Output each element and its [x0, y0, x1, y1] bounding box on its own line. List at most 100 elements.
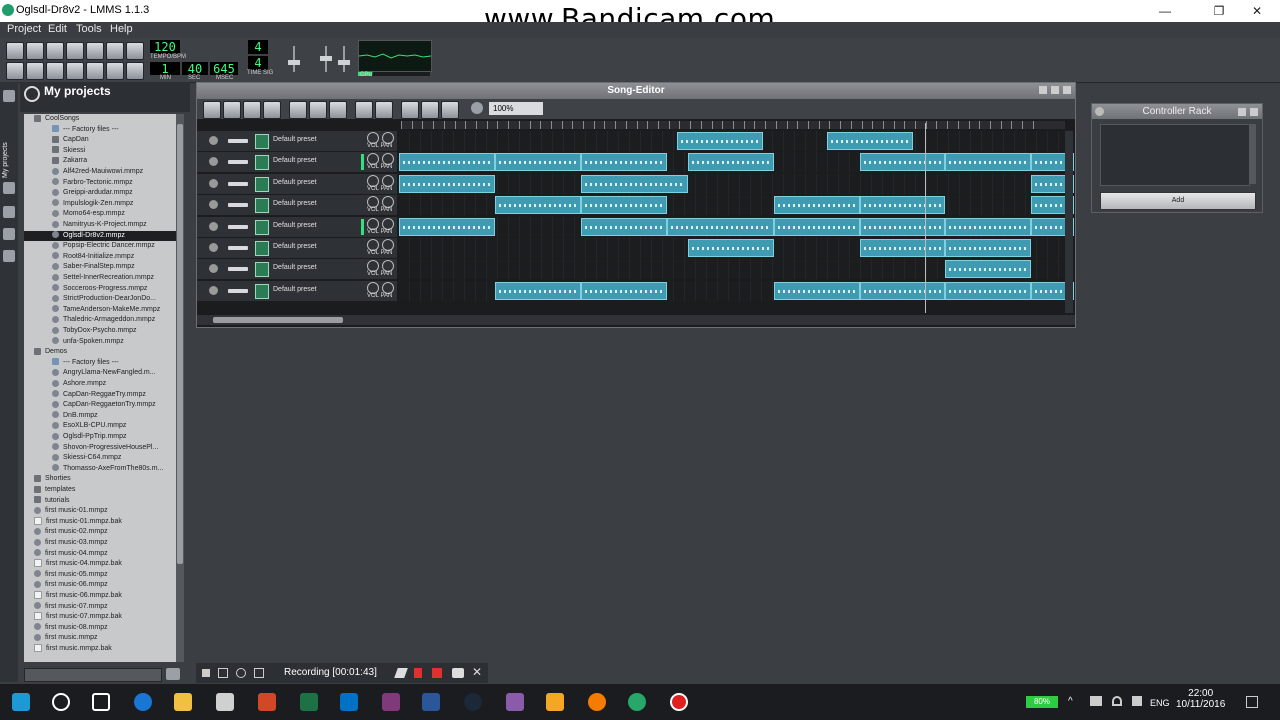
track-settings-gear-icon[interactable]	[209, 264, 218, 274]
stop-icon[interactable]	[263, 101, 281, 119]
timesig-numerator[interactable]: 4	[248, 40, 268, 54]
tree-file[interactable]: AngryLlama-NewFangled.m...	[24, 368, 176, 379]
tree-file[interactable]: Farbro-Tectonic.mmpz	[24, 178, 176, 189]
draw-mode-icon[interactable]	[355, 101, 373, 119]
playhead[interactable]	[925, 123, 926, 313]
instrument-plugins-tab-icon[interactable]	[3, 90, 15, 102]
file-tree-scrollbar[interactable]	[176, 114, 184, 662]
tree-file[interactable]: first music-05.mmpz	[24, 570, 176, 581]
track-settings-gear-icon[interactable]	[209, 136, 218, 145]
dropdown-icon[interactable]	[202, 669, 210, 677]
controller-rack-minimize-icon[interactable]	[1238, 108, 1246, 116]
my-projects-tab[interactable]: My projects	[2, 118, 16, 178]
track-mute-toggle[interactable]	[228, 224, 248, 229]
controller-list-scrollbar[interactable]	[1250, 124, 1256, 184]
tree-file[interactable]: Namitryus-K-Project.mmpz	[24, 220, 176, 231]
track-lane[interactable]	[399, 173, 1074, 194]
tree-file[interactable]: --- Factory files ---	[24, 125, 176, 136]
pattern-clip[interactable]	[399, 153, 496, 172]
bandicam-icon[interactable]	[670, 693, 688, 711]
file-filter-input[interactable]	[24, 668, 162, 682]
tree-file[interactable]: first music-07.mmpz	[24, 602, 176, 613]
tree-file[interactable]: first music-01.mmpz	[24, 506, 176, 517]
pattern-clip[interactable]	[581, 281, 667, 300]
track-settings-gear-icon[interactable]	[209, 285, 218, 295]
track-settings-gear-icon[interactable]	[209, 221, 218, 231]
tree-file[interactable]: first music-03.mmpz	[24, 538, 176, 549]
instrument-icon[interactable]	[255, 198, 269, 214]
menu-project[interactable]: Project	[7, 23, 41, 35]
tree-file[interactable]: first music-08.mmpz	[24, 623, 176, 634]
add-beat-bassline-icon[interactable]	[289, 101, 307, 119]
volume-icon[interactable]	[1132, 696, 1142, 706]
pattern-clip[interactable]	[688, 153, 774, 172]
tree-file[interactable]: CapDan-ReggaetonTry.mmpz	[24, 400, 176, 411]
tree-folder[interactable]: CoolSongs	[24, 114, 176, 125]
song-editor-icon[interactable]	[6, 62, 24, 80]
steam-icon[interactable]	[464, 693, 482, 711]
save-project-icon[interactable]	[86, 42, 104, 60]
camera-icon[interactable]	[452, 668, 464, 678]
song-editor-vscrollbar[interactable]	[1065, 131, 1073, 313]
tree-file[interactable]: Socceroos-Progress.mmpz	[24, 284, 176, 295]
blender-icon[interactable]	[588, 693, 606, 711]
pattern-clip[interactable]	[581, 153, 667, 172]
close-icon[interactable]: ✕	[472, 665, 482, 679]
pattern-clip[interactable]	[773, 281, 860, 300]
pattern-clip[interactable]	[859, 153, 946, 172]
tray-chevron-icon[interactable]: ^	[1068, 696, 1073, 707]
loop-points-icon[interactable]	[421, 101, 439, 119]
track-lane[interactable]	[399, 195, 1074, 216]
tree-file[interactable]: Root84-Initialize.mmpz	[24, 252, 176, 263]
track-settings-gear-icon[interactable]	[209, 157, 218, 167]
wifi-icon[interactable]	[1112, 696, 1122, 706]
auto-scroll-icon[interactable]	[401, 101, 419, 119]
pattern-clip[interactable]	[859, 239, 946, 257]
tree-file[interactable]: TobyDox-Psycho.mmpz	[24, 326, 176, 337]
tree-file[interactable]: DnB.mmpz	[24, 411, 176, 422]
pattern-clip[interactable]	[773, 196, 860, 215]
fullscreen-icon[interactable]	[254, 668, 264, 678]
track-mute-toggle[interactable]	[228, 181, 248, 186]
pause-recording-icon[interactable]	[414, 668, 422, 678]
track-settings-gear-icon[interactable]	[209, 200, 218, 210]
track-name[interactable]: Default preset	[273, 179, 317, 186]
my-home-tab-icon[interactable]	[3, 228, 15, 240]
song-editor-close-icon[interactable]	[1063, 86, 1071, 94]
tree-file[interactable]: --- Factory files ---	[24, 358, 176, 369]
tree-file[interactable]: EsoXLB-CPU.mmpz	[24, 421, 176, 432]
add-sample-track-icon[interactable]	[309, 101, 327, 119]
instrument-icon[interactable]	[255, 219, 269, 235]
track-lane[interactable]	[399, 280, 1074, 301]
automation-editor-icon[interactable]	[66, 62, 84, 80]
song-editor-minimize-icon[interactable]	[1039, 86, 1047, 94]
tree-file[interactable]: Oglsdl-PpTrip.mmpz	[24, 432, 176, 443]
tree-file[interactable]: Popsip-Electric Dancer.mmpz	[24, 241, 176, 252]
tree-folder[interactable]: Skiessi	[24, 146, 176, 157]
controller-rack-close-icon[interactable]	[1250, 108, 1258, 116]
tree-file[interactable]: Alf42red-Mauiwowi.mmpz	[24, 167, 176, 178]
pattern-clip[interactable]	[945, 153, 1031, 172]
tree-file[interactable]: first music-07.mmpz.bak	[24, 612, 176, 623]
menu-help[interactable]: Help	[110, 23, 133, 35]
pattern-clip[interactable]	[859, 196, 946, 215]
pattern-clip[interactable]	[688, 239, 774, 257]
track-settings-gear-icon[interactable]	[209, 243, 218, 252]
start-icon[interactable]	[12, 693, 30, 711]
tree-file[interactable]: Ashore.mmpz	[24, 379, 176, 390]
track-mute-toggle[interactable]	[228, 160, 248, 165]
fx-mixer-icon[interactable]	[86, 62, 104, 80]
stop-recording-icon[interactable]	[432, 668, 442, 678]
tree-file[interactable]: first music.mmpz.bak	[24, 644, 176, 655]
notifications-icon[interactable]	[1246, 696, 1258, 708]
cortana-icon[interactable]	[52, 693, 70, 711]
pattern-clip[interactable]	[945, 217, 1031, 236]
tree-folder[interactable]: Shorties	[24, 474, 176, 485]
clock[interactable]: 22:00 10/11/2016	[1176, 688, 1225, 710]
project-notes-icon[interactable]	[106, 62, 124, 80]
pattern-clip[interactable]	[495, 281, 582, 300]
export-project-icon[interactable]	[106, 42, 124, 60]
zoom-combobox[interactable]: 100%	[489, 102, 543, 115]
controller-rack-icon[interactable]	[126, 62, 144, 80]
tree-file[interactable]: first music-01.mmpz.bak	[24, 516, 176, 528]
